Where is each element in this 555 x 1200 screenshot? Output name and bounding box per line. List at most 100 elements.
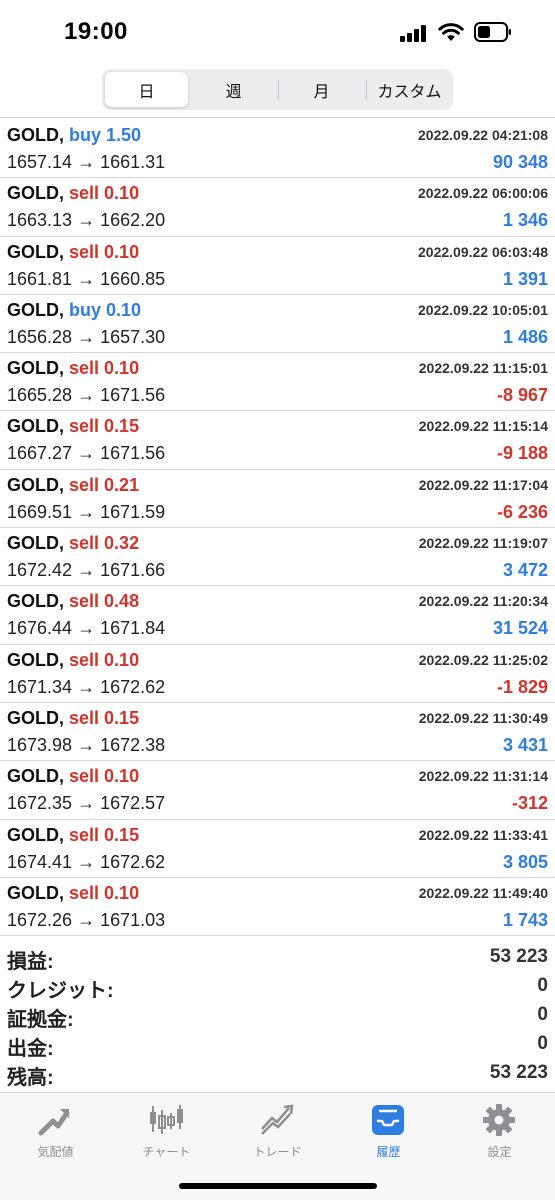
deal-time: 2022.09.22 10:05:01 [418,301,548,318]
deal-row[interactable]: GOLD, sell 0.10 2022.09.22 06:00:06 1663.1… [0,178,555,237]
deal-prices: 1671.34 → 1672.62 [7,676,166,697]
symbol-name: GOLD, [7,649,64,670]
deal-type-volume: sell 0.15 [69,416,140,437]
deal-row[interactable]: GOLD, sell 0.10 2022.09.22 11:25:02 1671.3… [0,645,555,703]
divider [0,117,555,118]
symbol-name: GOLD, [7,299,64,320]
deal-row[interactable]: GOLD, sell 0.15 2022.09.22 11:33:41 1674.4… [0,820,555,878]
deal-profit: 1 743 [502,909,548,930]
deal-time: 2022.09.22 11:15:14 [418,418,548,435]
trade-line-icon [261,1104,294,1135]
cellular-signal-icon [400,24,430,42]
deal-type-volume: sell 0.10 [69,358,140,379]
deal-profit: -312 [511,793,548,814]
summary-value: 0 [537,975,548,996]
deal-prices: 1665.28 → 1671.56 [7,385,166,406]
deal-symbol: GOLD, sell 0.10 [7,766,139,787]
tab-trade[interactable]: トレード [222,1099,333,1159]
symbol-name: GOLD, [7,358,64,379]
summary-row: 証拠金: 0 [0,1000,555,1031]
deal-time: 2022.09.22 11:20:34 [418,593,548,610]
deal-profit: -1 829 [496,676,548,697]
deal-symbol: GOLD, sell 0.15 [7,825,139,846]
deal-prices: 1656.28 → 1657.30 [7,326,166,347]
deal-row[interactable]: GOLD, sell 0.15 2022.09.22 11:15:14 1667.2… [0,411,555,470]
deal-prices: 1674.41 → 1672.62 [7,851,166,872]
deal-row[interactable]: GOLD, sell 0.15 2022.09.22 11:30:49 1673.9… [0,703,555,762]
summary-value: 0 [537,1033,548,1054]
tab-quotes[interactable]: 気配値 [0,1099,111,1159]
summary-label: 損益: [7,951,54,973]
deal-profit: 3 472 [502,560,548,581]
symbol-name: GOLD, [7,416,64,437]
summary-value: 53 223 [489,946,548,967]
tab-label: 気配値 [37,1145,74,1159]
summary-value: 0 [537,1004,548,1025]
deal-type-volume: sell 0.48 [69,591,140,612]
deal-symbol: GOLD, buy 1.50 [7,125,141,146]
deal-profit: -8 967 [496,385,548,406]
deal-type-volume: sell 0.15 [69,824,140,845]
deal-symbol: GOLD, sell 0.10 [7,358,139,379]
symbol-name: GOLD, [7,707,64,728]
deal-row[interactable]: GOLD, buy 0.10 2022.09.22 10:05:01 1656.28… [0,295,555,354]
symbol-name: GOLD, [7,824,64,845]
symbol-name: GOLD, [7,591,64,612]
deal-row[interactable]: GOLD, sell 0.10 2022.09.22 11:31:14 1672.3… [0,761,555,820]
deal-time: 2022.09.22 06:03:48 [418,243,548,260]
wifi-icon [438,23,464,41]
segment-divider [366,80,367,100]
tab-custom[interactable]: カスタム [368,72,451,107]
deal-prices: 1663.13 → 1662.20 [7,210,166,231]
symbol-name: GOLD, [7,474,64,495]
tab-month[interactable]: 月 [280,72,363,107]
deal-symbol: GOLD, sell 0.48 [7,591,139,612]
deal-type-volume: sell 0.10 [69,882,140,903]
deal-prices: 1669.51 → 1671.59 [7,501,166,522]
tab-week[interactable]: 週 [192,72,275,107]
summary-row: 出金: 0 [0,1029,555,1060]
deal-prices: 1673.98 → 1672.38 [7,734,166,755]
status-time: 19:00 [64,18,128,45]
deal-time: 2022.09.22 11:15:01 [418,360,548,377]
tab-settings[interactable]: 設定 [444,1099,555,1159]
deal-type-volume: buy 0.10 [69,299,142,320]
deal-prices: 1672.26 → 1671.03 [7,909,166,930]
deal-time: 2022.09.22 11:31:14 [418,768,548,785]
summary-value: 53 223 [489,1062,548,1083]
status-bar: 19:00 [0,0,555,62]
symbol-name: GOLD, [7,183,64,204]
deal-profit: 1 346 [502,210,548,231]
summary-label: 出金: [7,1038,54,1060]
deal-profit: 90 348 [492,152,548,172]
summary-row: クレジット: 0 [0,971,555,1002]
deal-row[interactable]: GOLD, sell 0.32 2022.09.22 11:19:07 1672.4… [0,528,555,587]
deal-profit: 31 524 [492,618,548,639]
gear-icon [483,1104,515,1136]
summary-row: 残高: 53 223 [0,1058,555,1089]
tab-day[interactable]: 日 [105,72,188,107]
deal-row[interactable]: GOLD, sell 0.10 2022.09.22 11:49:40 1672.2… [0,878,555,937]
deal-symbol: GOLD, sell 0.15 [7,708,139,729]
quotes-arrow-icon [38,1109,70,1136]
deal-row[interactable]: GOLD, sell 0.48 2022.09.22 11:20:34 1676.4… [0,586,555,645]
deal-row[interactable]: GOLD, buy 1.50 2022.09.22 04:21:08 1657.14… [0,120,555,179]
deal-row[interactable]: GOLD, sell 0.21 2022.09.22 11:17:04 1669.5… [0,470,555,529]
deal-type-volume: sell 0.10 [69,649,140,670]
deal-time: 2022.09.22 11:33:41 [418,826,548,843]
deal-time: 2022.09.22 06:00:06 [418,185,548,202]
deals-list: GOLD, buy 1.50 2022.09.22 04:21:08 1657.14… [0,120,555,937]
deal-symbol: GOLD, sell 0.15 [7,416,139,437]
deal-row[interactable]: GOLD, sell 0.10 2022.09.22 11:15:01 1665.2… [0,353,555,412]
deal-row[interactable]: GOLD, sell 0.10 2022.09.22 06:03:48 1661.8… [0,237,555,295]
deal-time: 2022.09.22 11:25:02 [418,651,548,668]
account-summary: 損益: 53 223 クレジット: 0 証拠金: 0 出金: 0 残高: 53 223 [0,942,555,1089]
deal-time: 2022.09.22 11:19:07 [418,535,548,552]
deal-profit: 3 805 [502,851,548,872]
deal-prices: 1672.35 → 1672.57 [7,793,166,814]
tab-history[interactable]: 履歴 [333,1099,444,1159]
symbol-name: GOLD, [7,766,64,787]
deal-time: 2022.09.22 04:21:08 [418,127,548,143]
deal-type-volume: sell 0.10 [69,183,140,204]
tab-chart[interactable]: チャート [111,1099,222,1159]
